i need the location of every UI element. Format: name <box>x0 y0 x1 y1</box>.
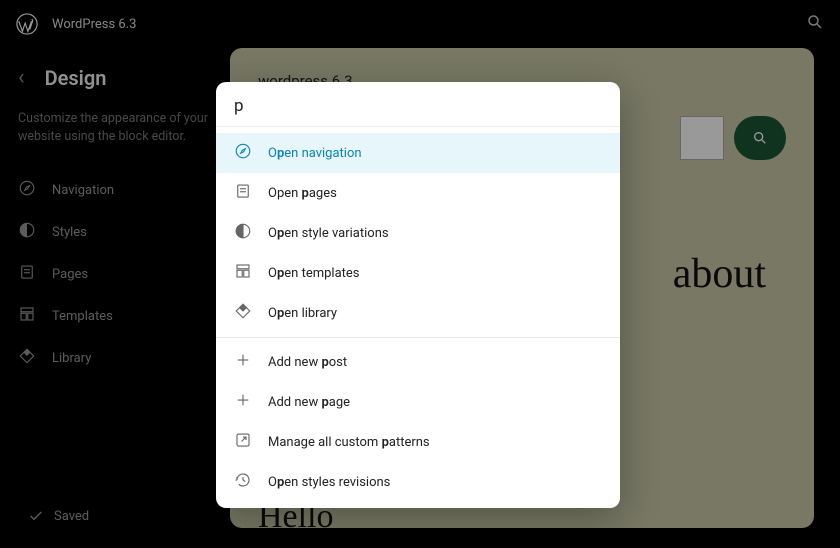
compass-icon <box>234 142 252 164</box>
command-palette-item[interactable]: Open library <box>216 293 620 333</box>
command-palette-item[interactable]: Open pages <box>216 173 620 213</box>
plus-icon <box>234 351 252 373</box>
command-palette-item-label: Open navigation <box>268 146 362 161</box>
command-palette-item-label: Open style variations <box>268 226 389 241</box>
command-palette-item[interactable]: Manage all custom patterns <box>216 422 620 462</box>
command-palette-item-label: Add new page <box>268 395 350 410</box>
command-palette-item-label: Manage all custom patterns <box>268 435 430 450</box>
command-palette-item-label: Open library <box>268 306 337 321</box>
command-palette-item[interactable]: Open templates <box>216 253 620 293</box>
page-icon <box>234 182 252 204</box>
command-palette-item-label: Open styles revisions <box>268 475 390 490</box>
command-palette-item-label: Add new post <box>268 355 347 370</box>
half-circle-icon <box>234 222 252 244</box>
command-palette-item[interactable]: Add new page <box>216 382 620 422</box>
plus-icon <box>234 391 252 413</box>
external-icon <box>234 431 252 453</box>
command-palette-item-label: Open pages <box>268 186 337 201</box>
command-palette-input[interactable] <box>234 96 602 116</box>
separator <box>216 337 620 338</box>
command-palette: Open navigation Open pages Open style vari… <box>216 82 620 508</box>
command-palette-item[interactable]: Open style variations <box>216 213 620 253</box>
command-palette-item[interactable]: Open styles revisions <box>216 462 620 502</box>
command-palette-item-label: Open templates <box>268 266 360 281</box>
command-palette-item[interactable]: Add new post <box>216 342 620 382</box>
history-icon <box>234 471 252 493</box>
command-palette-item[interactable]: Open navigation <box>216 133 620 173</box>
template-icon <box>234 262 252 284</box>
diamond-icon <box>234 302 252 324</box>
